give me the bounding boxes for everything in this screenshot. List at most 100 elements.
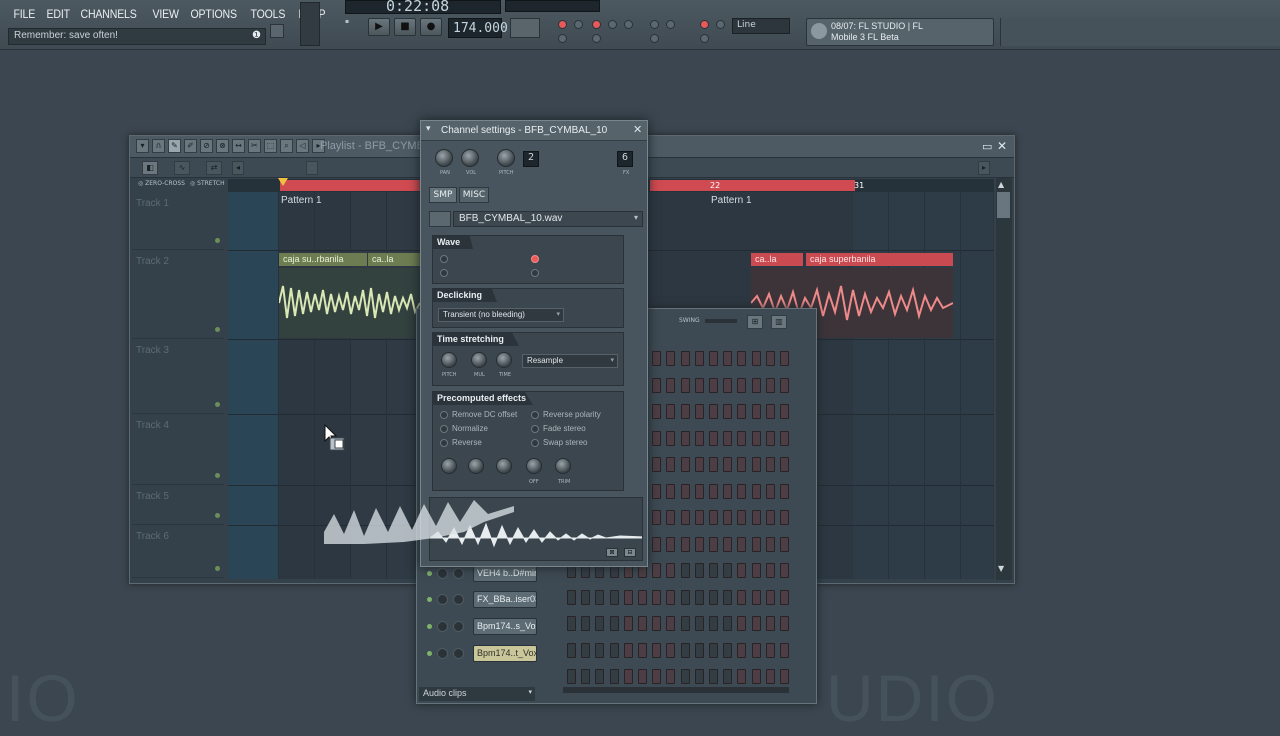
step-button[interactable] bbox=[694, 377, 704, 393]
step-button[interactable] bbox=[780, 642, 789, 658]
step-button[interactable] bbox=[666, 430, 676, 446]
step-button[interactable] bbox=[666, 351, 676, 366]
step-button[interactable] bbox=[694, 404, 704, 419]
step-button[interactable] bbox=[595, 616, 605, 631]
step-button[interactable] bbox=[765, 351, 775, 366]
record-button[interactable]: ● bbox=[420, 18, 442, 36]
channel-button[interactable]: FX_BBa..iser03 bbox=[473, 591, 537, 608]
tab-smp[interactable]: SMP bbox=[429, 187, 457, 203]
pattern-clip-label[interactable]: Pattern 1 bbox=[281, 195, 322, 206]
pan-knob[interactable] bbox=[435, 149, 453, 167]
step-button[interactable] bbox=[694, 563, 704, 578]
step-button[interactable] bbox=[652, 669, 662, 684]
picker-icon[interactable]: ◧ bbox=[142, 161, 158, 175]
step-button[interactable] bbox=[680, 404, 690, 419]
step-button[interactable] bbox=[709, 563, 718, 578]
track-led-icon[interactable] bbox=[215, 402, 220, 407]
step-button[interactable] bbox=[780, 457, 789, 472]
stretch-pitch-knob[interactable] bbox=[441, 352, 457, 368]
step-button[interactable] bbox=[638, 616, 647, 631]
snap-select[interactable]: Line bbox=[732, 18, 790, 34]
loop-region[interactable] bbox=[280, 180, 421, 191]
pattern-led-icon[interactable] bbox=[700, 34, 709, 43]
step-button[interactable] bbox=[737, 430, 747, 446]
menu-view[interactable]: VIEW bbox=[149, 4, 182, 26]
step-button[interactable] bbox=[751, 669, 761, 684]
step-button[interactable] bbox=[567, 669, 576, 684]
step-button[interactable] bbox=[652, 404, 662, 419]
step-button[interactable] bbox=[694, 430, 704, 446]
step-button[interactable] bbox=[751, 563, 761, 578]
step-button[interactable] bbox=[567, 589, 576, 605]
step-button[interactable] bbox=[780, 589, 789, 605]
step-button[interactable] bbox=[595, 589, 605, 605]
step-button[interactable] bbox=[737, 563, 747, 578]
step-button[interactable] bbox=[765, 483, 775, 499]
step-button[interactable] bbox=[623, 642, 633, 658]
channel-button[interactable]: Bpm174..s_Vox bbox=[473, 618, 537, 635]
menu-edit[interactable]: EDIT bbox=[43, 4, 73, 26]
declicking-mode-select[interactable]: Transient (no bleeding) ▾ bbox=[438, 308, 564, 322]
step-button[interactable] bbox=[709, 351, 718, 366]
menu-tools[interactable]: TOOLS bbox=[247, 4, 289, 26]
close-icon[interactable]: ✕ bbox=[997, 139, 1007, 153]
step-button[interactable] bbox=[567, 642, 576, 658]
track-header[interactable]: Track 1 bbox=[132, 192, 224, 250]
pan-knob[interactable] bbox=[437, 648, 448, 659]
step-button[interactable] bbox=[723, 669, 733, 684]
step-button[interactable] bbox=[737, 404, 747, 419]
effect-knob[interactable] bbox=[441, 458, 457, 474]
volume-knob[interactable] bbox=[461, 149, 479, 167]
step-button[interactable] bbox=[780, 377, 789, 393]
stretch-mode-select[interactable]: Resample ▾ bbox=[522, 354, 618, 368]
step-button[interactable] bbox=[751, 642, 761, 658]
step-button[interactable] bbox=[751, 536, 761, 552]
effect-checkbox[interactable] bbox=[440, 411, 448, 419]
countdown-led-icon[interactable] bbox=[608, 20, 617, 29]
effect-knob[interactable] bbox=[468, 458, 484, 474]
step-button[interactable] bbox=[623, 616, 633, 631]
channel-led-icon[interactable] bbox=[427, 624, 432, 629]
step-button[interactable] bbox=[709, 589, 718, 605]
step-button[interactable] bbox=[680, 563, 690, 578]
step-button[interactable] bbox=[680, 377, 690, 393]
stretch-time-knob[interactable] bbox=[496, 352, 512, 368]
channel-button[interactable]: Bpm174..t_Vox bbox=[473, 645, 537, 662]
track-header[interactable]: Track 4 bbox=[132, 414, 224, 485]
step-button[interactable] bbox=[652, 642, 662, 658]
step-button[interactable] bbox=[751, 616, 761, 631]
curve-icon[interactable]: ∿ bbox=[174, 161, 190, 175]
channel-led-icon[interactable] bbox=[427, 597, 432, 602]
pattern-selector[interactable] bbox=[510, 18, 540, 38]
step-button[interactable] bbox=[694, 642, 704, 658]
track-led-icon[interactable] bbox=[215, 238, 220, 243]
step-button[interactable] bbox=[666, 642, 676, 658]
step-button[interactable] bbox=[723, 616, 733, 631]
step-button[interactable] bbox=[694, 616, 704, 631]
step-button[interactable] bbox=[680, 430, 690, 446]
step-button[interactable] bbox=[652, 510, 662, 525]
step-button[interactable] bbox=[666, 563, 676, 578]
step-button[interactable] bbox=[751, 589, 761, 605]
menu-options[interactable]: OPTIONS bbox=[187, 4, 240, 26]
playlist-vscrollbar[interactable]: ▲ ▼ bbox=[996, 178, 1012, 580]
step-button[interactable] bbox=[595, 669, 605, 684]
pan-knob[interactable] bbox=[437, 621, 448, 632]
step-button[interactable] bbox=[680, 510, 690, 525]
step-button[interactable] bbox=[638, 669, 647, 684]
step-button[interactable] bbox=[709, 536, 718, 552]
effect-checkbox[interactable] bbox=[440, 439, 448, 447]
tab-misc[interactable]: MISC bbox=[459, 187, 489, 203]
paint-icon[interactable]: ✐ bbox=[184, 139, 197, 153]
volume-knob[interactable] bbox=[453, 568, 464, 579]
track-led-icon[interactable] bbox=[215, 473, 220, 478]
step-button[interactable] bbox=[751, 510, 761, 525]
step-button[interactable] bbox=[723, 351, 733, 366]
channel-led-icon[interactable] bbox=[427, 651, 432, 656]
step-button[interactable] bbox=[780, 536, 789, 552]
channel-filter-select[interactable]: Audio clips ▾ bbox=[419, 687, 535, 701]
vscroll-thumb[interactable] bbox=[997, 192, 1010, 218]
step-button[interactable] bbox=[666, 536, 676, 552]
tempo-display[interactable]: 174.000 bbox=[448, 18, 508, 38]
step-button[interactable] bbox=[765, 430, 775, 446]
